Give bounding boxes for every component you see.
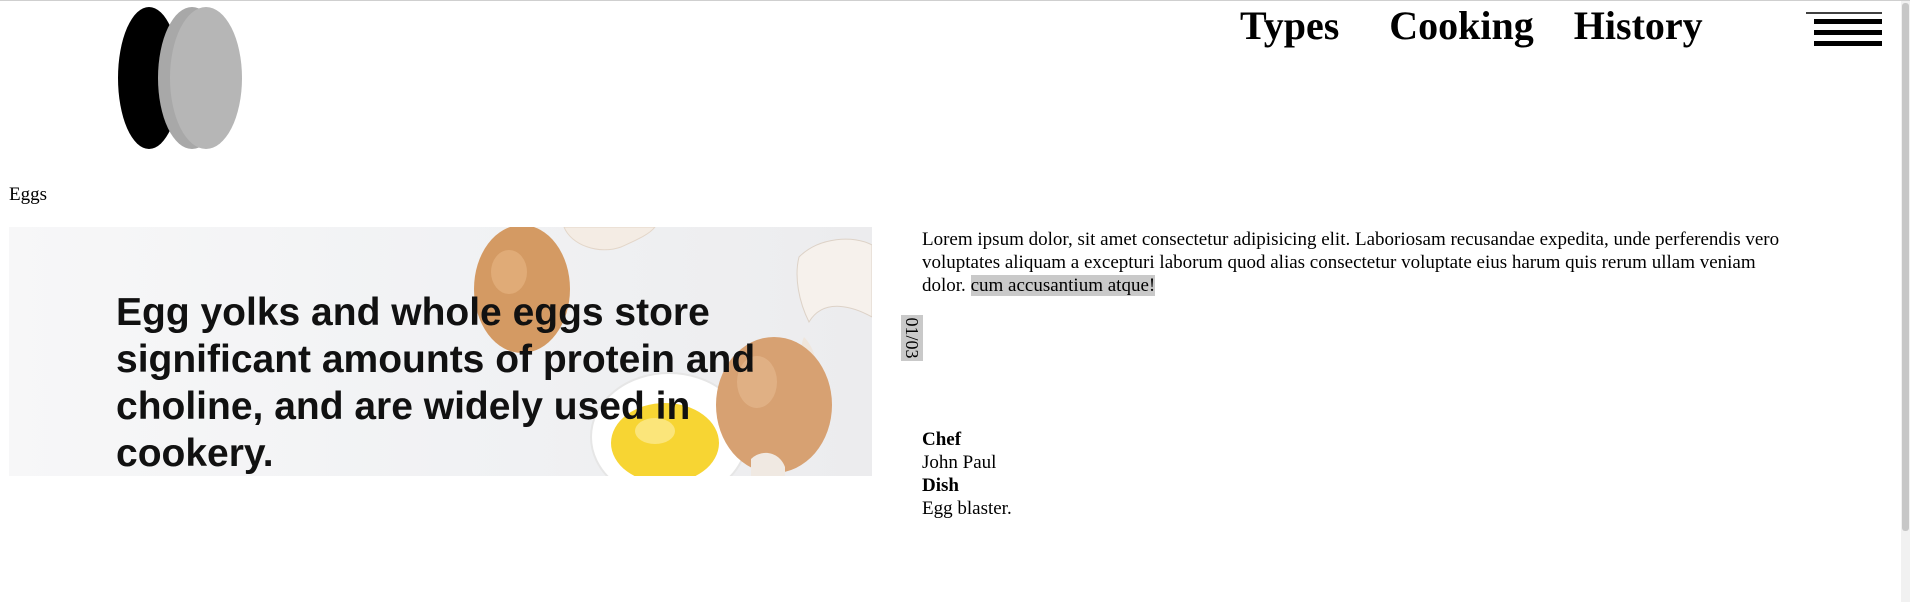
scrollbar-thumb[interactable]: [1902, 3, 1909, 531]
nav-link-types[interactable]: Types: [1240, 4, 1339, 48]
slide-counter: 01/03: [901, 315, 923, 361]
article-highlight: cum accusantium atque!: [970, 275, 1156, 296]
hero-image: Egg yolks and whole eggs store significa…: [9, 227, 872, 476]
page: Types Cooking History Eggs Egg yolks and…: [0, 0, 1910, 602]
breadcrumb: Eggs: [9, 184, 47, 205]
dish-value: Egg blaster.: [922, 498, 1012, 519]
main-nav: Types Cooking History: [1240, 1, 1703, 51]
chef-label: Chef: [922, 429, 962, 450]
nav-link-history[interactable]: History: [1574, 4, 1703, 48]
hero-caption: Egg yolks and whole eggs store significa…: [116, 291, 756, 475]
nav-link-cooking[interactable]: Cooking: [1389, 4, 1534, 48]
page-scrollbar[interactable]: [1901, 1, 1910, 602]
slide-counter-text: 01/03: [902, 317, 922, 359]
recipe-meta: Chef John Paul Dish Egg blaster.: [922, 428, 1012, 520]
dish-label: Dish: [922, 475, 959, 496]
hamburger-menu-icon[interactable]: [1806, 11, 1882, 51]
egg-logo-icon[interactable]: [118, 7, 242, 149]
chef-value: John Paul: [922, 452, 997, 473]
article-body: Lorem ipsum dolor, sit amet consectetur …: [922, 228, 1792, 297]
